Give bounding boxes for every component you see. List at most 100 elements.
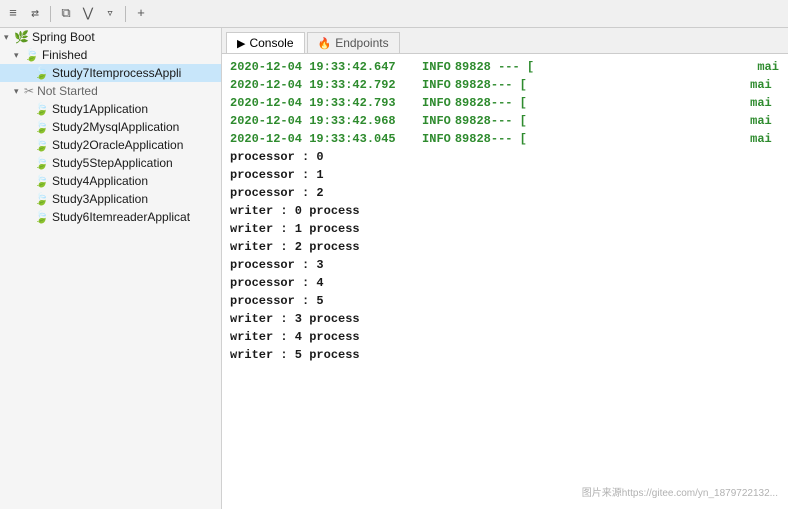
tab-console[interactable]: ▶ Console [226,32,305,53]
log-pid-5: 89828 [455,130,491,148]
proc-line-11: writer : 5 process [230,346,780,364]
toolbar-separator-2 [125,6,126,22]
log-rest-1 [491,58,498,76]
tree-study6[interactable]: 🍃 Study6ItemreaderApplicat [0,208,221,226]
log-level-3: INFO [422,94,451,112]
log-info-5 [400,130,414,148]
log-ts-4: 2020-12-04 19:33:42.968 [230,112,396,130]
log-pid-2: 89828 [455,76,491,94]
main-area: ▾ 🌿 Spring Boot ▾ 🍃 Finished 🍃 Study7Ite… [0,28,788,509]
log-mai-3: mai [750,94,772,112]
tree-spring-boot[interactable]: ▾ 🌿 Spring Boot [0,28,221,46]
menu-icon[interactable]: ≡ [4,5,22,23]
study1-icon: 🍃 [34,102,49,116]
log-line-5: 2020-12-04 19:33:43.045 INFO 89828 --- [… [230,130,780,148]
log-mai-4: mai [750,112,772,130]
log-ts-2: 2020-12-04 19:33:42.792 [230,76,396,94]
log-thread-1 [534,58,757,76]
not-started-label: Not Started [37,84,98,98]
study2mysql-icon: 🍃 [34,120,49,134]
proc-line-4: writer : 1 process [230,220,780,238]
log-ts-3: 2020-12-04 19:33:42.793 [230,94,396,112]
finished-icon: 🍃 [24,48,39,62]
log-pid-3: 89828 [455,94,491,112]
log-dash-2: --- [ [491,76,527,94]
proc-line-3: writer : 0 process [230,202,780,220]
study5-label: Study5StepApplication [52,156,173,170]
tree-finished[interactable]: ▾ 🍃 Finished [0,46,221,64]
toolbar: ≡ ⇄ ⧉ ⋁ ▿ + [0,0,788,28]
log-mai-2: mai [750,76,772,94]
console-output[interactable]: 2020-12-04 19:33:42.647 INFO 89828 --- [… [222,54,788,509]
proc-line-10: writer : 4 process [230,328,780,346]
add-icon[interactable]: + [132,5,150,23]
tree-study2mysql[interactable]: 🍃 Study2MysqlApplication [0,118,221,136]
log-line-2: 2020-12-04 19:33:42.792 INFO 89828 --- [… [230,76,780,94]
study3-icon: 🍃 [34,192,49,206]
study2mysql-label: Study2MysqlApplication [52,120,179,134]
log-info-1: INFO [422,58,451,76]
log-dash-4: --- [ [491,112,527,130]
console-icon: ▶ [237,37,245,50]
log-level-5: INFO [422,130,451,148]
proc-line-7: processor : 4 [230,274,780,292]
study7-label: Study7ItemprocessAppli [52,66,181,80]
log-dash-5: --- [ [491,130,527,148]
proc-line-9: writer : 3 process [230,310,780,328]
proc-line-2: processor : 2 [230,184,780,202]
tree-study4[interactable]: 🍃 Study4Application [0,172,221,190]
proc-line-1: processor : 1 [230,166,780,184]
log-level-4: INFO [422,112,451,130]
list-icon[interactable]: ⇄ [26,5,44,23]
proc-line-5: writer : 2 process [230,238,780,256]
spring-boot-label: Spring Boot [32,30,95,44]
study3-label: Study3Application [52,192,148,206]
tab-endpoints-label: Endpoints [335,36,388,50]
right-panel: ▶ Console 🔥 Endpoints 2020-12-04 19:33:4… [222,28,788,509]
study2oracle-label: Study2OracleApplication [52,138,183,152]
log-pid-1: 89828 [455,58,491,76]
log-line-4: 2020-12-04 19:33:42.968 INFO 89828 --- [… [230,112,780,130]
study6-label: Study6ItemreaderApplicat [52,210,190,224]
tree-not-started[interactable]: ▾ ✂ Not Started [0,82,221,100]
proc-line-6: processor : 3 [230,256,780,274]
log-info-3 [400,94,414,112]
tree-study1[interactable]: 🍃 Study1Application [0,100,221,118]
not-started-icon: ✂ [24,84,34,98]
pin-icon[interactable]: ▿ [101,5,119,23]
study1-label: Study1Application [52,102,148,116]
study6-icon: 🍃 [34,210,49,224]
study5-icon: 🍃 [34,156,49,170]
study4-icon: 🍃 [34,174,49,188]
tree-study7[interactable]: 🍃 Study7ItemprocessAppli [0,64,221,82]
finished-label: Finished [42,48,87,62]
log-dash-3: --- [ [491,94,527,112]
study7-icon: 🍃 [34,66,49,80]
log-thread-spacer-3 [527,94,750,112]
left-panel: ▾ 🌿 Spring Boot ▾ 🍃 Finished 🍃 Study7Ite… [0,28,222,509]
log-mai-1: mai [757,58,779,76]
log-level-2: INFO [422,76,451,94]
log-level-1 [400,58,414,76]
log-dash-1: --- [ [498,58,534,76]
tree-study3[interactable]: 🍃 Study3Application [0,190,221,208]
log-mai-5: mai [750,130,772,148]
log-line-3: 2020-12-04 19:33:42.793 INFO 89828 --- [… [230,94,780,112]
log-pid-4: 89828 [455,112,491,130]
log-thread-spacer-4 [527,112,750,130]
log-thread-spacer-2 [527,76,750,94]
tab-bar: ▶ Console 🔥 Endpoints [222,28,788,54]
study4-label: Study4Application [52,174,148,188]
tab-console-label: Console [249,36,293,50]
log-info-2 [400,76,414,94]
proc-line-0: processor : 0 [230,148,780,166]
tree-study2oracle[interactable]: 🍃 Study2OracleApplication [0,136,221,154]
grid-icon[interactable]: ⧉ [57,5,75,23]
spring-icon: 🌿 [14,30,29,44]
tree-study5[interactable]: 🍃 Study5StepApplication [0,154,221,172]
filter-icon[interactable]: ⋁ [79,5,97,23]
log-info-4 [400,112,414,130]
tab-endpoints[interactable]: 🔥 Endpoints [307,32,400,53]
endpoints-icon: 🔥 [318,37,332,50]
log-thread-spacer-5 [527,130,750,148]
